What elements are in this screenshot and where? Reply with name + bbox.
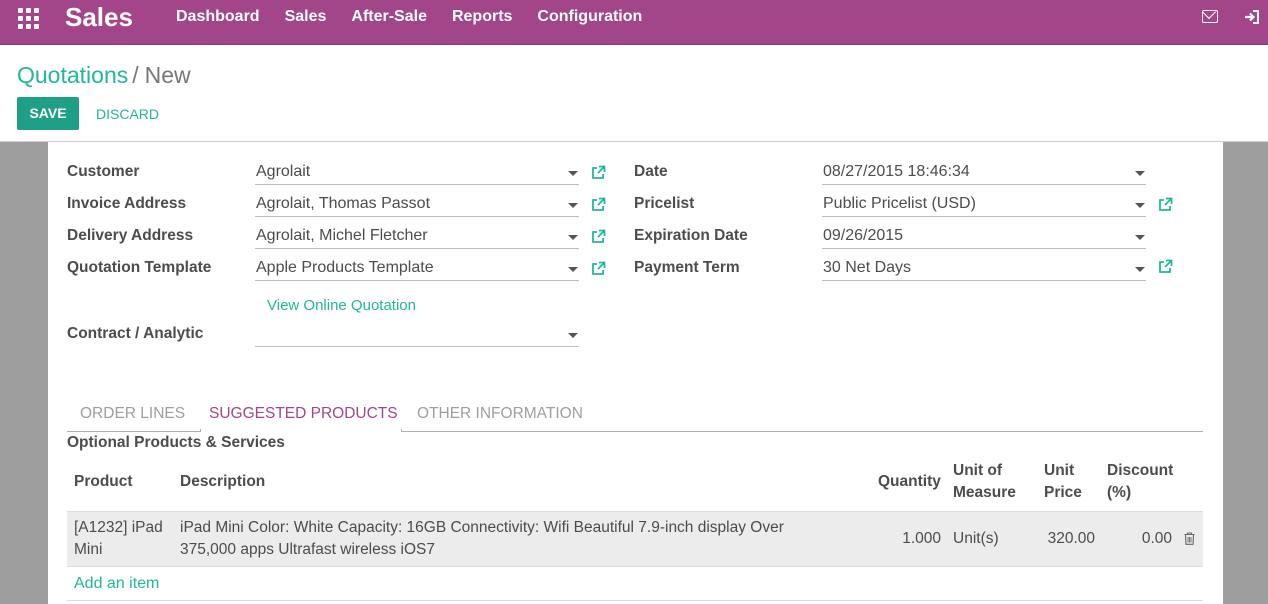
customer-field[interactable]: Agrolait: [255, 161, 579, 185]
invoice-address-field[interactable]: Agrolait, Thomas Passot: [255, 193, 579, 217]
external-link-icon[interactable]: [591, 165, 606, 180]
quotation-template-label: Quotation Template: [67, 259, 212, 276]
external-link-icon[interactable]: [591, 261, 606, 276]
breadcrumb-quotations[interactable]: Quotations: [17, 62, 128, 88]
dropdown-caret-icon[interactable]: [568, 203, 578, 208]
tab-other-information[interactable]: OTHER INFORMATION: [417, 405, 583, 423]
delivery-address-field[interactable]: Agrolait, Michel Fletcher: [255, 225, 579, 249]
row-uom-cell[interactable]: Unit(s): [953, 528, 999, 550]
trash-icon[interactable]: [1184, 532, 1195, 545]
row-description-cell[interactable]: iPad Mini Color: White Capacity: 16GB Co…: [180, 517, 784, 561]
external-link-icon[interactable]: [1158, 259, 1173, 274]
payment-term-field[interactable]: 30 Net Days: [822, 257, 1146, 281]
column-header-price-line1: Unit: [1044, 462, 1075, 479]
column-header-unit-of-measure[interactable]: Unit of Measure: [953, 460, 1016, 504]
row-unit-price-cell[interactable]: 320.00: [1035, 528, 1095, 550]
payment-term-label: Payment Term: [634, 259, 740, 276]
contract-analytic-label: Contract / Analytic: [67, 325, 204, 342]
customer-label: Customer: [67, 163, 140, 180]
column-header-quantity[interactable]: Quantity: [878, 471, 941, 493]
column-header-price-line2: Price: [1044, 484, 1082, 501]
dropdown-caret-icon[interactable]: [1135, 203, 1145, 208]
row-discount-cell[interactable]: 0.00: [1120, 528, 1172, 550]
control-panel: Quotations / New SAVE DISCARD: [0, 45, 1268, 142]
top-navbar: Sales Dashboard Sales After-Sale Reports…: [0, 0, 1268, 45]
dropdown-caret-icon[interactable]: [568, 235, 578, 240]
pricelist-field[interactable]: Public Pricelist (USD): [822, 193, 1146, 217]
row-description-line2: 375,000 apps Ultrafast wireless iOS7: [180, 541, 436, 558]
dropdown-caret-icon[interactable]: [1135, 171, 1145, 176]
menu-after-sale[interactable]: After-Sale: [351, 8, 427, 26]
row-product-line2: Mini: [74, 541, 103, 558]
view-online-quotation-link[interactable]: View Online Quotation: [267, 297, 416, 314]
section-title: Optional Products & Services: [67, 434, 285, 451]
breadcrumb: Quotations / New: [17, 62, 191, 89]
main-menu: Dashboard Sales After-Sale Reports Confi…: [176, 8, 667, 26]
pricelist-label: Pricelist: [634, 195, 695, 212]
dropdown-caret-icon[interactable]: [568, 267, 578, 272]
delivery-address-label: Delivery Address: [67, 227, 194, 244]
external-link-icon[interactable]: [1158, 197, 1173, 212]
apps-grid-icon[interactable]: [18, 8, 40, 30]
dropdown-caret-icon[interactable]: [1135, 235, 1145, 240]
active-tab-frame: [200, 429, 402, 432]
dropdown-caret-icon[interactable]: [568, 171, 578, 176]
save-button[interactable]: SAVE: [17, 97, 79, 130]
table-bottom-border: [67, 600, 1203, 601]
expiration-date-field[interactable]: 09/26/2015: [822, 225, 1146, 249]
column-header-uom-line1: Unit of: [953, 462, 1003, 479]
contract-analytic-field[interactable]: [255, 323, 579, 347]
column-header-discount[interactable]: Discount (%): [1107, 460, 1173, 504]
row-description-line1: iPad Mini Color: White Capacity: 16GB Co…: [180, 519, 784, 536]
logout-icon[interactable]: [1244, 9, 1260, 25]
column-header-discount-line1: Discount: [1107, 462, 1174, 479]
tab-suggested-products[interactable]: SUGGESTED PRODUCTS: [209, 405, 398, 423]
expiration-date-label: Expiration Date: [634, 227, 748, 244]
dropdown-caret-icon[interactable]: [568, 333, 578, 338]
discard-button[interactable]: DISCARD: [96, 106, 159, 122]
breadcrumb-current: New: [144, 62, 191, 88]
column-header-unit-price[interactable]: Unit Price: [1044, 460, 1082, 504]
menu-configuration[interactable]: Configuration: [537, 8, 642, 26]
column-header-description[interactable]: Description: [180, 471, 265, 493]
external-link-icon[interactable]: [591, 229, 606, 244]
external-link-icon[interactable]: [591, 197, 606, 212]
tab-order-lines[interactable]: ORDER LINES: [80, 405, 185, 423]
menu-reports[interactable]: Reports: [452, 8, 512, 26]
row-product-cell[interactable]: [A1232] iPad Mini: [74, 517, 163, 561]
breadcrumb-separator: /: [132, 62, 139, 88]
date-label: Date: [634, 163, 668, 180]
column-header-uom-line2: Measure: [953, 484, 1016, 501]
add-item-link[interactable]: Add an item: [74, 575, 159, 593]
column-header-discount-line2: (%): [1107, 484, 1132, 501]
invoice-address-label: Invoice Address: [67, 195, 187, 212]
column-header-product[interactable]: Product: [74, 471, 133, 493]
row-quantity-cell[interactable]: 1.000: [880, 528, 941, 550]
date-field[interactable]: 08/27/2015 18:46:34: [822, 161, 1146, 185]
quotation-template-field[interactable]: Apple Products Template: [255, 257, 579, 281]
mail-icon[interactable]: [1202, 10, 1218, 23]
app-title: Sales: [65, 2, 133, 32]
menu-dashboard[interactable]: Dashboard: [176, 8, 260, 26]
row-product-line1: [A1232] iPad: [74, 519, 163, 536]
menu-sales[interactable]: Sales: [285, 8, 327, 26]
dropdown-caret-icon[interactable]: [1135, 267, 1145, 272]
